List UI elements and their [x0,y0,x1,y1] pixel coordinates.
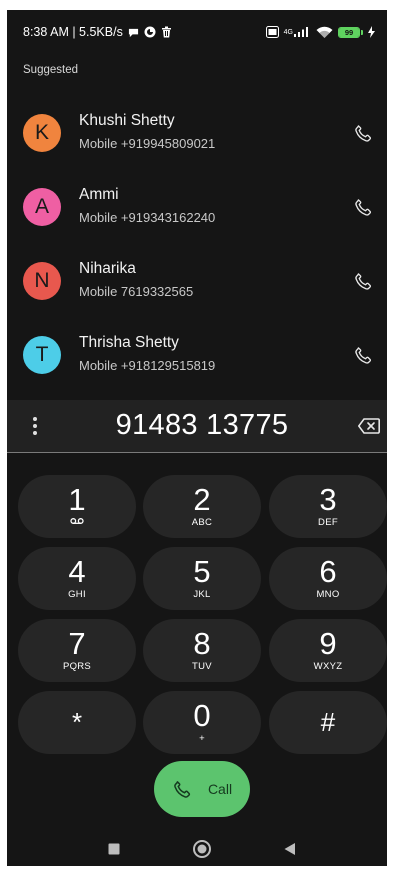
voicemail-icon [70,517,84,525]
key-letters: ABC [191,517,213,528]
phone-screen: 8:38 AM | 5.5KB/s 4G 99 Suggested K Khus… [7,10,387,866]
key-4[interactable]: 4 GHI [18,547,136,610]
key-digit: 6 [319,554,337,589]
contact-number: Mobile +919945809021 [79,136,216,151]
key-letters: JKL [193,589,211,600]
key-5[interactable]: 5 JKL [143,547,261,610]
backspace-icon[interactable] [357,414,381,438]
key-letters: MNO [316,589,340,600]
key-0[interactable]: 0 + [143,691,261,754]
trash-icon [161,26,172,38]
battery-body: 99 [338,26,360,38]
volte-icon [265,26,279,38]
key-digit: 4 [68,554,86,589]
more-vert-icon[interactable] [27,414,43,438]
key-hash[interactable]: # [269,691,387,754]
key-7[interactable]: 7 PQRS [18,619,136,682]
chat-bubble-icon [128,27,139,38]
key-8[interactable]: 8 TUV [143,619,261,682]
key-digit: 5 [193,554,211,589]
contact-number: Mobile +918129515819 [79,358,216,373]
key-digit: 9 [319,626,337,661]
status-right: 4G 99 [265,26,375,39]
wifi-icon [316,26,333,39]
key-digit: 0 [193,698,211,733]
contact-name: Niharika [79,260,136,277]
key-letters: TUV [192,661,212,672]
contact-name: Khushi Shetty [79,112,175,129]
key-6[interactable]: 6 MNO [269,547,387,610]
app-notification-icon [144,26,156,38]
suggested-title: Suggested [23,64,78,76]
recents-square-icon[interactable] [107,842,121,856]
contact-item[interactable]: A Ammi Mobile +919343162240 [7,170,387,244]
avatar: K [23,114,61,152]
contact-name: Ammi [79,186,119,203]
home-circle-icon[interactable] [192,839,212,859]
key-letters: PQRS [62,661,92,672]
key-digit: 7 [68,626,86,661]
contact-item[interactable]: K Khushi Shetty Mobile +919945809021 [7,96,387,170]
battery-icon: 99 [338,26,363,38]
avatar: N [23,262,61,300]
key-digit: 3 [319,482,337,517]
avatar: T [23,336,61,374]
contact-number: Mobile 7619332565 [79,284,194,299]
charging-bolt-icon [368,26,375,38]
key-letters: WXYZ [313,661,343,672]
dialed-number-field[interactable]: 91483 13775 [67,409,337,442]
status-left: 8:38 AM | 5.5KB/s [23,25,172,39]
key-digit: 1 [68,482,86,517]
network-type-label: 4G [283,28,293,36]
phone-icon [172,779,192,799]
contact-item[interactable]: T Thrisha Shetty Mobile +918129515819 [7,318,387,392]
key-digit: * [71,707,83,737]
key-letters: GHI [68,589,86,600]
avatar: A [23,188,61,226]
key-9[interactable]: 9 WXYZ [269,619,387,682]
call-button[interactable]: Call [154,761,250,817]
key-letters: DEF [318,517,338,528]
dial-input-bar: 91483 13775 [7,400,387,452]
phone-icon[interactable] [351,344,375,366]
back-triangle-icon[interactable] [283,842,296,856]
suggested-contacts-list: K Khushi Shetty Mobile +919945809021 A A… [7,96,387,392]
key-2[interactable]: 2 ABC [143,475,261,538]
call-label: Call [207,781,233,797]
key-3[interactable]: 3 DEF [269,475,387,538]
key-digit: 2 [193,482,211,517]
contact-item[interactable]: N Niharika Mobile 7619332565 [7,244,387,318]
battery-tip [361,29,363,35]
phone-icon[interactable] [351,196,375,218]
key-digit: 8 [193,626,211,661]
status-time-speed: 8:38 AM | 5.5KB/s [23,25,123,39]
key-1[interactable]: 1 [18,475,136,538]
signal-icon: 4G [284,26,311,38]
key-star[interactable]: * [18,691,136,754]
key-letters: + [199,733,205,744]
contact-number: Mobile +919343162240 [79,210,216,225]
phone-icon[interactable] [351,270,375,292]
system-nav-bar [7,836,387,866]
battery-level: 99 [344,27,354,37]
phone-icon[interactable] [351,122,375,144]
status-bar: 8:38 AM | 5.5KB/s 4G 99 [7,10,387,54]
key-digit: # [320,707,336,737]
contact-name: Thrisha Shetty [79,334,179,351]
